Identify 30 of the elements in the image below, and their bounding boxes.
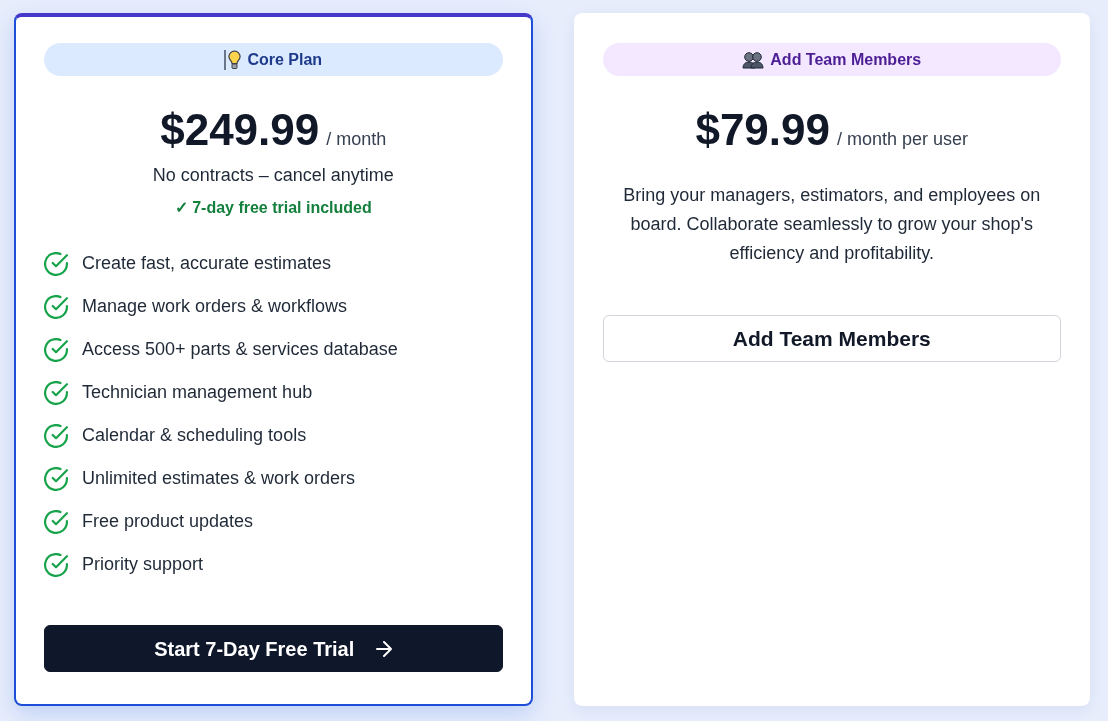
feature-text: Create fast, accurate estimates	[82, 252, 332, 275]
feature-text: Manage work orders & workflows	[82, 295, 348, 318]
badge-label: Add Team Members	[770, 49, 922, 70]
check-circle-icon	[44, 423, 68, 448]
badge-label: Core Plan	[247, 49, 323, 70]
add-members-button[interactable]: Add Team Members	[602, 315, 1061, 362]
check-circle-icon	[44, 552, 68, 577]
plan-note: No contracts – cancel anytime	[151, 164, 395, 187]
price: $79.99	[695, 104, 830, 156]
check-circle-icon	[44, 380, 68, 405]
people-icon	[742, 50, 765, 69]
price-period: / month	[326, 128, 387, 151]
feature-text: Priority support	[82, 553, 204, 576]
check-circle-icon	[44, 294, 68, 319]
lightbulb-icon	[224, 48, 242, 71]
price: $249.99	[160, 104, 320, 156]
plan-description: Bring your managers, estimators, and employees on board. Collaborate seamlessly to grow your shop's efficiency and profitability.	[622, 184, 1042, 265]
feature-text: Calendar & scheduling tools	[82, 424, 307, 447]
start-trial-button[interactable]: Start 7-Day Free Trial	[44, 625, 503, 672]
check-circle-icon	[44, 337, 68, 362]
feature-text: Free product updates	[82, 510, 254, 533]
check-circle-icon	[44, 466, 68, 491]
feature-text: Unlimited estimates & work orders	[82, 467, 356, 490]
price-period: / month per user	[837, 128, 969, 151]
arrow-right-icon	[376, 640, 393, 657]
check-circle-icon	[44, 251, 68, 276]
feature-text: Access 500+ parts & services database	[82, 338, 398, 361]
trial-note: ✓ 7-day free trial included	[173, 198, 373, 218]
check-circle-icon	[44, 509, 68, 534]
feature-text: Technician management hub	[82, 381, 313, 404]
